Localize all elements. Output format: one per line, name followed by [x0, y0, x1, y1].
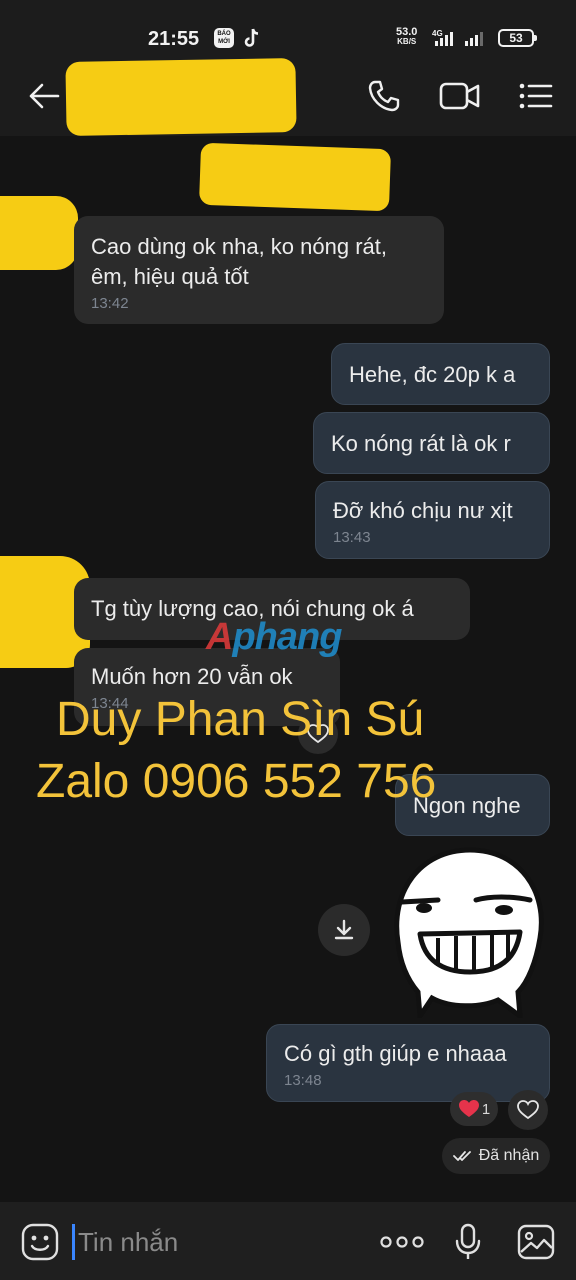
signal-icon: 4G	[432, 29, 483, 46]
microphone-icon	[455, 1223, 481, 1259]
more-options-button[interactable]	[378, 1220, 426, 1264]
phone-icon	[368, 80, 400, 112]
reaction-count: 1	[481, 1100, 491, 1118]
message-bubble-outgoing[interactable]: Ko nóng rát là ok r	[313, 412, 550, 474]
options-menu-button[interactable]	[514, 74, 558, 118]
message-time: 13:48	[284, 1072, 322, 1089]
redaction-mark	[198, 142, 392, 212]
status-time: 21:55	[148, 28, 200, 50]
video-camera-icon	[439, 82, 480, 110]
composer-bar	[0, 1202, 576, 1280]
message-input-wrapper	[72, 1222, 352, 1262]
message-bubble-outgoing[interactable]: Hehe, đc 20p k a	[331, 343, 550, 405]
message-text: Đỡ khó chịu nư xịt	[333, 498, 513, 523]
download-icon	[334, 919, 354, 940]
back-button[interactable]	[22, 74, 66, 118]
net-speed: 53.0 KB/S	[396, 26, 418, 47]
heart-outline-icon	[517, 1100, 539, 1120]
emoji-button[interactable]	[18, 1220, 62, 1264]
redaction-mark	[0, 196, 78, 270]
message-text: Muốn hơn 20 vẫn ok	[91, 664, 293, 689]
image-gallery-icon	[517, 1224, 555, 1260]
download-button[interactable]	[318, 904, 370, 956]
react-heart-button[interactable]	[508, 1090, 548, 1130]
delivery-status-text: Đã nhận	[478, 1147, 540, 1164]
message-text: Cao dùng ok nha, ko nóng rát,	[91, 234, 387, 259]
delivery-status: Đã nhận	[442, 1138, 550, 1174]
text-caret	[72, 1224, 75, 1260]
svg-text:4G: 4G	[432, 29, 443, 38]
video-call-button[interactable]	[438, 74, 482, 118]
tiktok-icon	[244, 28, 259, 47]
watermark-line-2: Zalo 0906 552 756	[36, 755, 437, 808]
contact-name-redacted[interactable]	[65, 57, 297, 137]
smug-face-sticker[interactable]	[380, 842, 550, 1018]
menu-icon	[519, 83, 553, 109]
message-text: êm, hiệu quả tốt	[91, 264, 249, 289]
news-app-icon: BÁO MỚI	[214, 28, 234, 48]
emoji-icon	[21, 1223, 59, 1261]
call-button[interactable]	[362, 74, 406, 118]
message-bubble-outgoing[interactable]: Có gì gth giúp e nhaaa 13:48	[266, 1024, 550, 1102]
status-bar: 21:55 BÁO MỚI 53.0 KB/S 4G 53	[0, 0, 576, 56]
aphang-logo: Aphang	[206, 616, 342, 658]
reaction-summary[interactable]: 1	[450, 1092, 498, 1126]
message-text: Hehe, đc 20p k a	[349, 362, 516, 387]
more-dots-icon	[380, 1236, 424, 1248]
gallery-button[interactable]	[514, 1220, 558, 1264]
message-text: Ko nóng rát là ok r	[331, 431, 511, 456]
double-check-icon	[452, 1151, 471, 1161]
message-bubble-outgoing[interactable]: Đỡ khó chịu nư xịt 13:43	[315, 481, 550, 559]
back-arrow-icon	[29, 83, 60, 109]
watermark-line-1: Duy Phan Sìn Sú	[56, 693, 425, 746]
message-time: 13:42	[91, 295, 129, 312]
voice-message-button[interactable]	[446, 1220, 490, 1264]
battery-indicator: 53	[498, 29, 537, 47]
message-time: 13:43	[333, 529, 371, 546]
chat-header	[0, 56, 576, 137]
message-input[interactable]	[78, 1226, 338, 1258]
message-bubble-incoming[interactable]: Cao dùng ok nha, ko nóng rát, êm, hiệu q…	[74, 216, 444, 324]
heart-filled-icon	[458, 1100, 479, 1117]
message-text: Có gì gth giúp e nhaaa	[284, 1041, 507, 1066]
